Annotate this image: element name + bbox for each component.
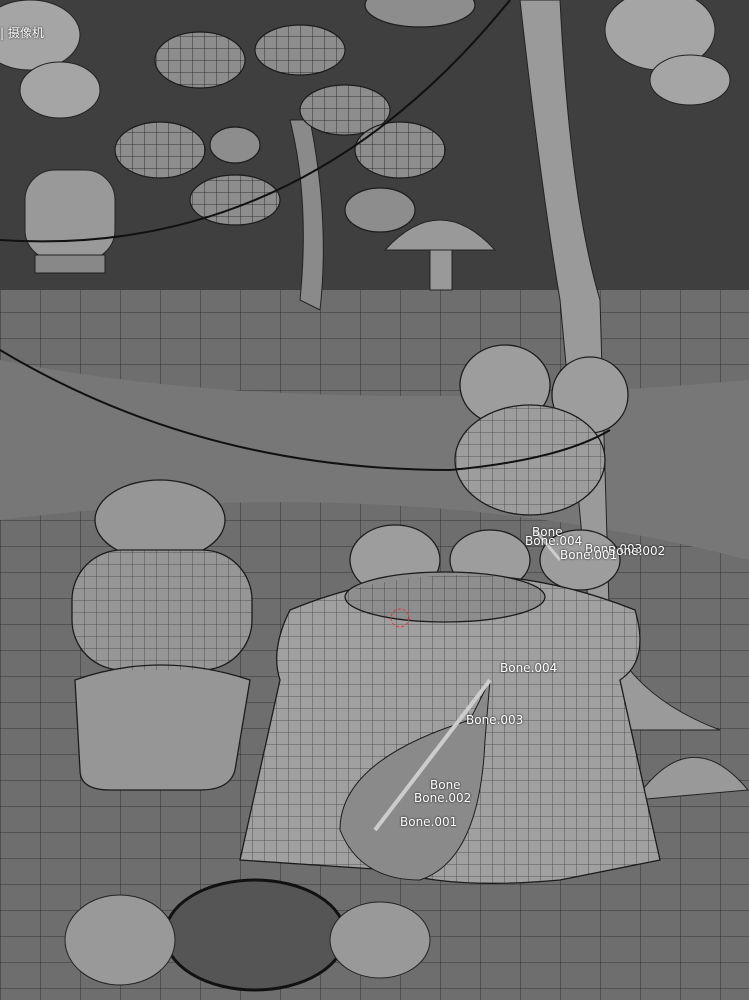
bone-label: Bone.001 [560, 548, 618, 562]
nest [163, 878, 347, 992]
bone-label: Bone.002 [414, 791, 472, 805]
bone-label: Bone.003 [466, 713, 524, 727]
camera-label: | 摄像机 [0, 26, 44, 40]
bone-label: Bone.004 [525, 534, 583, 548]
scene-wireframe [0, 0, 749, 1000]
flower-top-left [0, 0, 101, 119]
mushroom-center [383, 219, 497, 291]
tree-trunk-center [289, 119, 324, 311]
lantern [24, 169, 116, 274]
bone-label: Bone [430, 778, 461, 792]
flower-top-right [604, 0, 731, 106]
bone-label: Bone.001 [400, 815, 458, 829]
bone-label: Bone.004 [500, 661, 558, 675]
3d-viewport[interactable]: | 摄像机 Bone Bone.004 Bone.003 Bone.002 Bo… [0, 0, 749, 1000]
